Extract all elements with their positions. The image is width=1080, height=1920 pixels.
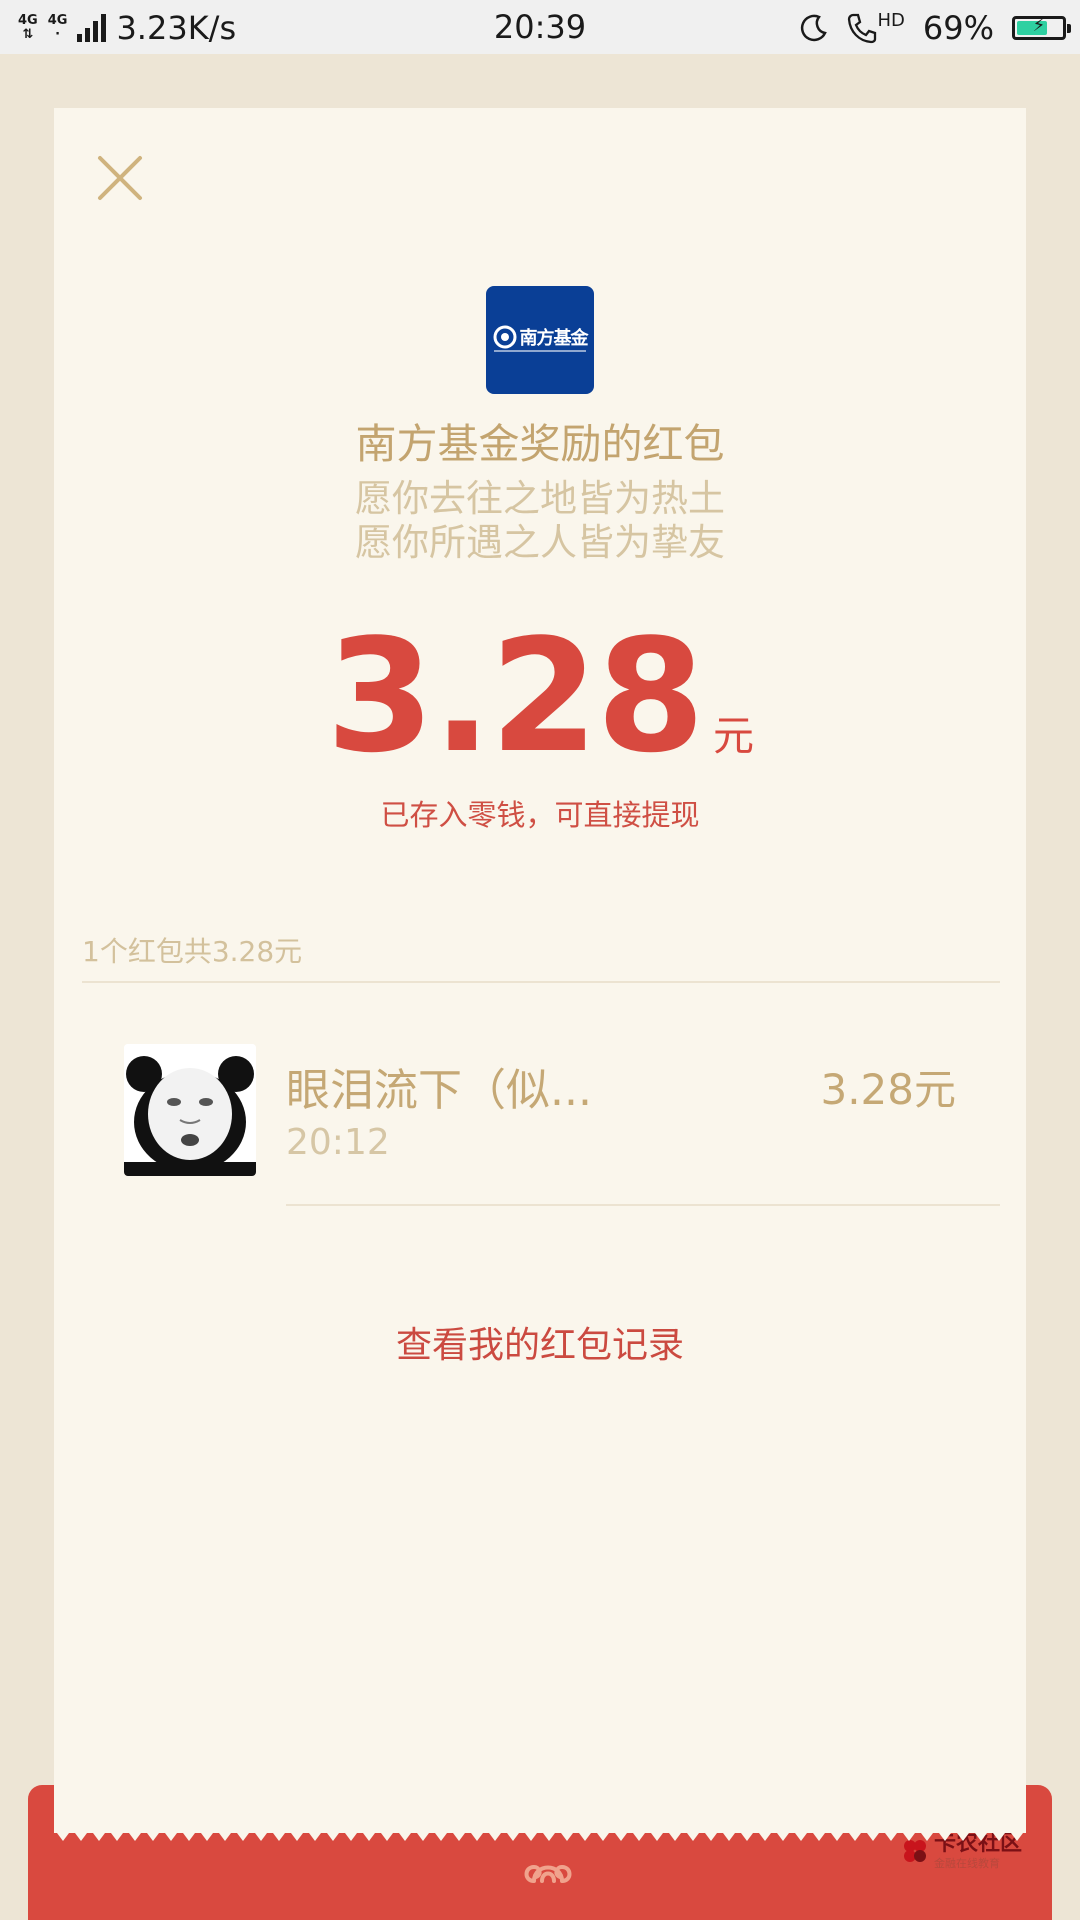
red-packet-detail-card: 南方基金 南方基金奖励的红包 愿你去往之地皆为热土 愿你所遇之人皆为挚友 3.2… xyxy=(54,108,1026,1841)
received-amount: 3.28元 xyxy=(820,1065,956,1114)
status-bar: 4G ⇅ 4G · 3.23K/s 20:39 HD 69% ⚡ xyxy=(0,0,1080,54)
hd-badge: HD xyxy=(877,10,905,31)
blessing-line-2: 愿你所遇之人皆为挚友 xyxy=(355,521,725,564)
cloud-swirl-icon xyxy=(524,1864,572,1883)
battery-percent: 69% xyxy=(922,9,994,47)
watermark-subtitle: 金融在线教育 xyxy=(933,1857,1000,1870)
signal-strength-icon xyxy=(77,14,107,42)
packet-summary: 1个红包共3.28元 xyxy=(82,935,303,968)
card-zigzag-edge xyxy=(54,1829,1026,1841)
logo-subline xyxy=(494,350,586,352)
network-type-label: 4G xyxy=(18,13,38,28)
data-arrows-icon: ⇅ xyxy=(22,27,34,42)
status-left: 4G ⇅ 4G · 3.23K/s xyxy=(18,8,236,48)
status-right: HD 69% ⚡ xyxy=(799,8,1071,48)
network-speed: 3.23K/s xyxy=(116,9,237,47)
sender-name: 眼泪流下（似... xyxy=(286,1065,592,1116)
southern-fund-logo xyxy=(493,325,516,349)
amount-value: 3.28 xyxy=(326,605,705,787)
close-icon[interactable] xyxy=(92,150,148,206)
network-type-label: 4G xyxy=(47,13,68,28)
amount-display: 3.28 元 xyxy=(54,618,1026,774)
avatar xyxy=(124,1044,256,1176)
received-time: 20:12 xyxy=(286,1122,390,1163)
battery-icon: ⚡ xyxy=(1012,15,1071,40)
hd-call-indicator: HD xyxy=(847,10,905,44)
network-type-2: 4G · xyxy=(48,14,68,42)
saved-to-balance-note: 已存入零钱，可直接提现 xyxy=(380,798,700,832)
phone-icon xyxy=(848,13,877,44)
moon-icon xyxy=(801,14,828,42)
summary-divider xyxy=(82,981,1000,983)
panda-meme-avatar xyxy=(124,1044,256,1176)
sponsor-logo-text: 南方基金 xyxy=(519,328,589,349)
sponsor-logo: 南方基金 xyxy=(486,286,594,394)
view-records-link[interactable]: 查看我的红包记录 xyxy=(54,1316,1026,1368)
signal-dot-icon: · xyxy=(55,27,61,42)
list-item-divider xyxy=(286,1204,1000,1206)
charging-bolt-icon: ⚡ xyxy=(1032,15,1046,36)
sponsor-title: 南方基金奖励的红包 xyxy=(355,420,725,468)
network-type-1: 4G ⇅ xyxy=(18,14,38,42)
list-item[interactable]: 眼泪流下（似... 20:12 3.28元 xyxy=(124,1044,1000,1184)
amount-unit: 元 xyxy=(712,712,754,760)
